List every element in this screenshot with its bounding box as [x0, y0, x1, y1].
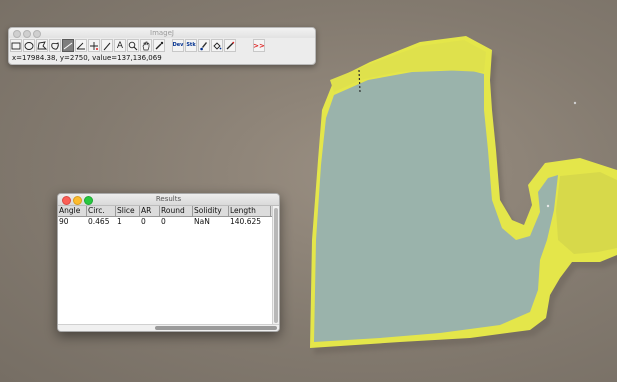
table-cell: 140.625: [230, 217, 262, 226]
hand-icon: [142, 41, 150, 50]
specimen-body: [314, 70, 558, 342]
column-header[interactable]: Round: [160, 206, 193, 216]
pencil-icon: [226, 41, 235, 49]
freehand-icon: [51, 41, 59, 50]
crosshair-icon: [90, 41, 98, 50]
results-titlebar[interactable]: Results: [58, 194, 279, 206]
tool-bar: A Dev Stk >>: [10, 39, 266, 53]
imagej-toolbar-window[interactable]: ImageJ A Dev Stk >> x=17984.38, y=2750, …: [8, 27, 316, 65]
column-header[interactable]: Slice: [116, 206, 140, 216]
angle-tool[interactable]: [75, 39, 87, 52]
color-picker-tool[interactable]: [153, 39, 165, 52]
dev-label: Dev: [172, 42, 184, 48]
oval-tool[interactable]: [23, 39, 35, 52]
column-header[interactable]: Length: [229, 206, 271, 216]
rectangle-tool[interactable]: [10, 39, 22, 52]
wand-icon: [103, 42, 111, 50]
table-row[interactable]: 90 0.465 1 0 0 NaN 140.625: [58, 217, 272, 227]
vertical-scrollbar[interactable]: [272, 206, 279, 325]
freehand-tool[interactable]: [49, 39, 61, 52]
horizontal-scrollbar[interactable]: [58, 324, 279, 331]
more-tools[interactable]: >>: [253, 39, 265, 52]
more-tools-label: >>: [253, 41, 265, 50]
pencil-tool[interactable]: [224, 39, 236, 52]
status-readout: x=17984.38, y=2750, value=137,136,069: [12, 54, 162, 62]
column-header[interactable]: AR: [140, 206, 160, 216]
point-tool[interactable]: [88, 39, 100, 52]
developer-menu-tool[interactable]: Dev: [172, 39, 184, 52]
text-tool[interactable]: A: [114, 39, 126, 52]
brush-tool[interactable]: [198, 39, 210, 52]
polygon-icon: [37, 40, 47, 49]
column-header[interactable]: Solidity: [193, 206, 229, 216]
imagej-titlebar[interactable]: ImageJ: [9, 28, 315, 38]
eyedropper-icon: [155, 41, 164, 49]
table-cell: NaN: [194, 217, 210, 226]
wand-tool[interactable]: [101, 39, 113, 52]
line-icon: [63, 42, 73, 49]
polygon-tool[interactable]: [36, 39, 48, 52]
stack-tools[interactable]: Stk: [185, 39, 197, 52]
scrolling-tool[interactable]: [140, 39, 152, 52]
flood-fill-tool[interactable]: [211, 39, 223, 52]
table-cell: 0.465: [88, 217, 110, 226]
text-tool-label: A: [116, 40, 124, 51]
horizontal-scroll-thumb[interactable]: [155, 326, 277, 330]
angle-icon: [76, 42, 85, 49]
table-cell: 1: [117, 217, 122, 226]
stk-label: Stk: [186, 42, 196, 48]
results-table[interactable]: Angle Circ. Slice AR Round Solidity Leng…: [58, 206, 272, 325]
imagej-window-title: ImageJ: [150, 29, 174, 37]
table-cell: 90: [59, 217, 69, 226]
bucket-icon: [213, 41, 222, 50]
magnifier-icon: [128, 41, 138, 50]
table-header: Angle Circ. Slice AR Round Solidity Leng…: [58, 206, 272, 217]
oval-icon: [24, 41, 34, 50]
magnifying-glass-tool[interactable]: [127, 39, 139, 52]
column-header[interactable]: Angle: [58, 206, 87, 216]
table-cell: 0: [161, 217, 166, 226]
column-header[interactable]: Circ.: [87, 206, 116, 216]
table-cell: 0: [141, 217, 146, 226]
rectangle-icon: [11, 42, 21, 49]
brush-icon: [200, 41, 207, 50]
results-window[interactable]: Results Angle Circ. Slice AR Round Solid…: [57, 193, 280, 332]
vertical-scroll-thumb[interactable]: [274, 208, 278, 323]
straight-line-tool[interactable]: [62, 39, 74, 52]
results-window-title: Results: [155, 195, 182, 203]
